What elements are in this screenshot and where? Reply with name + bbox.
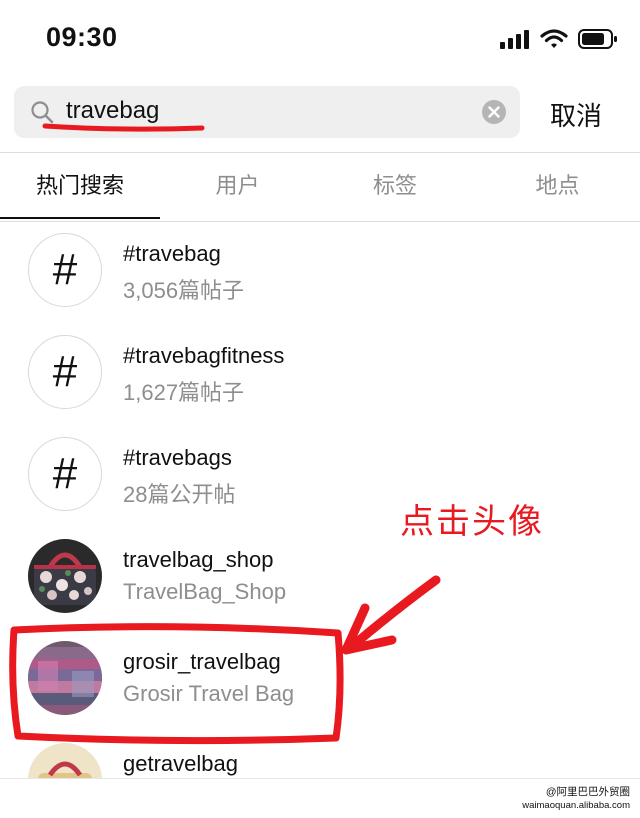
- result-title: #travebagfitness: [123, 343, 285, 368]
- list-item[interactable]: # #travebagfitness 1,627篇帖子: [0, 322, 640, 424]
- watermark-line2: waimaoquan.alibaba.com: [522, 800, 630, 811]
- status-icons: [500, 27, 618, 51]
- list-item[interactable]: # #travebag 3,056篇帖子: [0, 220, 640, 322]
- result-title: getravelbag: [123, 751, 238, 776]
- tab-places[interactable]: 地点: [475, 153, 640, 221]
- search-tabs: 热门搜索 用户 标签 地点: [0, 152, 640, 222]
- hashtag-icon: #: [28, 335, 102, 409]
- hashtag-icon: #: [28, 233, 102, 307]
- result-subtitle: 3,056篇帖子: [123, 278, 245, 303]
- list-item[interactable]: getravelbag: [0, 730, 640, 780]
- search-results-list: # #travebag 3,056篇帖子 # #travebagfitness …: [0, 220, 640, 780]
- cellular-signal-icon: [500, 30, 529, 49]
- avatar[interactable]: [28, 539, 102, 613]
- result-title: #travebag: [123, 241, 221, 266]
- list-item[interactable]: # #travebags 28篇公开帖: [0, 424, 640, 526]
- watermark-line1: @阿里巴巴外贸圈: [545, 786, 630, 798]
- result-title: grosir_travelbag: [123, 649, 281, 674]
- clear-search-icon[interactable]: [482, 100, 506, 124]
- result-subtitle: 1,627篇帖子: [123, 380, 245, 405]
- red-underline-annotation: [42, 123, 205, 132]
- bag-stack-avatar-image: [28, 641, 102, 715]
- avatar[interactable]: [28, 641, 102, 715]
- avatar[interactable]: [28, 743, 102, 780]
- hashtag-icon: #: [28, 437, 102, 511]
- annotation-click-avatar: 点击头像: [400, 503, 544, 541]
- bag-avatar-image: [28, 539, 102, 613]
- tab-users[interactable]: 用户: [160, 153, 315, 221]
- result-title: #travebags: [123, 445, 232, 470]
- bag-avatar-image: [28, 743, 102, 780]
- result-subtitle: 28篇公开帖: [123, 482, 236, 507]
- result-subtitle: Grosir Travel Bag: [123, 681, 295, 706]
- result-subtitle: TravelBag_Shop: [123, 579, 287, 604]
- active-tab-indicator: [0, 217, 160, 219]
- list-item[interactable]: grosir_travelbag Grosir Travel Bag: [0, 628, 640, 730]
- status-bar: 09:30: [0, 0, 640, 80]
- result-title: travelbag_shop: [123, 547, 274, 572]
- watermark: @阿里巴巴外贸圈 waimaoquan.alibaba.com: [522, 786, 630, 812]
- battery-icon: [578, 29, 617, 49]
- status-time: 09:30: [46, 22, 118, 52]
- list-item[interactable]: travelbag_shop TravelBag_Shop: [0, 526, 640, 628]
- tab-top-searches[interactable]: 热门搜索: [0, 153, 160, 221]
- tab-tags[interactable]: 标签: [315, 153, 475, 221]
- wifi-icon: [540, 29, 568, 48]
- cancel-button[interactable]: 取消: [550, 96, 602, 133]
